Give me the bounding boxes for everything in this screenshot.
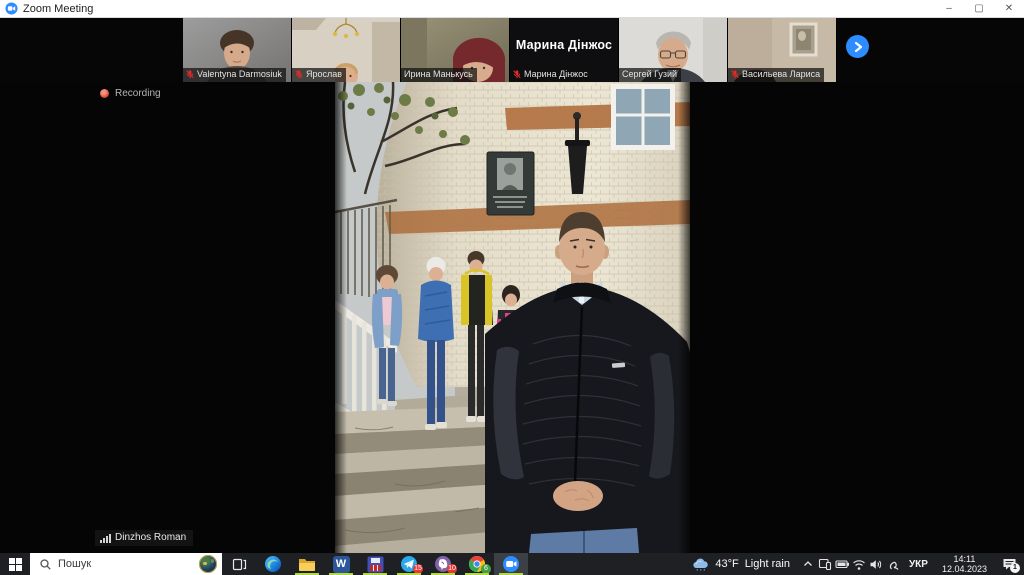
recording-label: Recording — [115, 88, 161, 99]
close-button[interactable]: ✕ — [994, 0, 1024, 17]
your-phone-tray-item[interactable] — [817, 553, 834, 575]
telegram-badge: 15 — [413, 564, 423, 574]
windows-logo-icon — [9, 558, 22, 571]
chevron-up-icon — [802, 558, 814, 570]
diskette-app-icon — [367, 556, 384, 573]
zoom-app-icon — [5, 2, 18, 15]
next-participants-button[interactable] — [846, 35, 869, 58]
mic-off-icon — [731, 70, 739, 79]
taskbar-clock[interactable]: 14:11 12.04.2023 — [935, 553, 994, 575]
viber-badge: 10 — [447, 564, 457, 574]
ink-pen-icon — [887, 558, 900, 571]
battery-icon — [835, 557, 850, 571]
minimize-button[interactable]: – — [934, 0, 964, 17]
participant-tiles: Valentyna Darmosiuk — [183, 18, 837, 82]
recording-dot-icon — [100, 89, 109, 98]
notification-count-badge: 1 — [1010, 563, 1020, 573]
wifi-tray-item[interactable] — [851, 553, 868, 575]
participant-name: Сергей Гузий — [622, 69, 677, 80]
participant-display-name: Марина Дінжос — [510, 38, 618, 52]
mic-off-icon — [295, 70, 303, 79]
pinned-apps: W 15 — [222, 553, 528, 575]
participant-tile-iryna[interactable]: Ирина Манькусь — [401, 18, 510, 82]
file-explorer-app[interactable] — [290, 553, 324, 575]
clock-date: 12.04.2023 — [942, 564, 987, 574]
participant-name: Valentyna Darmosiuk — [197, 69, 282, 80]
task-view-button[interactable] — [222, 553, 256, 575]
zoom-taskbar-app[interactable] — [494, 553, 528, 575]
viber-app[interactable]: 10 — [426, 553, 460, 575]
maximize-button[interactable]: ▢ — [964, 0, 994, 17]
active-speaker-label: Dinzhos Roman — [95, 530, 193, 546]
participants-strip: Valentyna Darmosiuk — [0, 18, 1024, 82]
file-explorer-icon — [298, 557, 316, 572]
battery-tray-item[interactable] — [834, 553, 851, 575]
weather-condition: Light rain — [745, 558, 790, 570]
action-center-button[interactable]: 1 — [994, 553, 1024, 575]
participant-tile-vasylieva[interactable]: Васильева Лариса — [728, 18, 837, 82]
participant-name-label: Марина Дінжос — [510, 68, 592, 82]
participant-name: Васильева Лариса — [742, 69, 820, 80]
wifi-icon — [852, 558, 866, 571]
edge-app[interactable] — [256, 553, 290, 575]
zoom-meeting-window: Zoom Meeting – ▢ ✕ — [0, 0, 1024, 575]
search-highlight-globe-icon[interactable] — [199, 555, 217, 573]
volume-tray-item[interactable] — [868, 553, 885, 575]
participant-name-label: Valentyna Darmosiuk — [183, 68, 286, 82]
search-input[interactable] — [58, 558, 178, 570]
participant-name: Марина Дінжос — [524, 69, 588, 80]
tray-overflow-button[interactable] — [800, 553, 817, 575]
taskbar-search[interactable] — [30, 553, 222, 575]
telegram-app[interactable]: 15 — [392, 553, 426, 575]
clock-time: 14:11 — [942, 554, 987, 564]
start-button[interactable] — [0, 553, 30, 575]
chrome-app[interactable]: 6 — [460, 553, 494, 575]
word-letter: W — [336, 558, 346, 570]
windows-taskbar: W 15 — [0, 553, 1024, 575]
title-bar: Zoom Meeting – ▢ ✕ — [0, 0, 1024, 18]
participant-tile-sergey[interactable]: Сергей Гузий — [619, 18, 728, 82]
mic-off-icon — [513, 70, 521, 79]
speaker-icon — [869, 558, 883, 571]
edge-icon — [264, 555, 282, 573]
weather-temperature: 43°F — [715, 558, 738, 570]
participant-name-label: Васильева Лариса — [728, 68, 824, 82]
mic-off-icon — [186, 70, 194, 79]
diskette-app[interactable] — [358, 553, 392, 575]
participant-tile-yaroslav[interactable]: Ярослав — [292, 18, 401, 82]
zoom-icon — [502, 555, 520, 573]
participant-tile-valentyna[interactable]: Valentyna Darmosiuk — [183, 18, 292, 82]
system-tray — [800, 553, 902, 575]
participant-name-label: Сергей Гузий — [619, 68, 681, 82]
participant-name-label: Ирина Манькусь — [401, 68, 477, 82]
word-icon: W — [333, 556, 350, 573]
weather-widget[interactable]: 43°F Light rain — [682, 553, 800, 575]
window-controls: – ▢ ✕ — [934, 0, 1024, 17]
recording-indicator: Recording — [100, 88, 161, 99]
taskbar-spacer — [528, 553, 682, 575]
rain-cloud-icon — [692, 558, 709, 571]
meeting-stage: Recording — [0, 82, 1024, 553]
window-title: Zoom Meeting — [23, 3, 93, 15]
participant-name: Ирина Манькусь — [404, 69, 473, 80]
ink-workspace-tray-item[interactable] — [885, 553, 902, 575]
chevron-right-icon — [852, 41, 864, 53]
device-icon — [818, 557, 832, 571]
language-indicator[interactable]: УКР — [902, 553, 935, 575]
active-speaker-name: Dinzhos Roman — [115, 532, 186, 543]
participant-name: Ярослав — [306, 69, 342, 80]
word-app[interactable]: W — [324, 553, 358, 575]
speaker-video-scene — [335, 82, 690, 553]
task-view-icon — [232, 557, 247, 572]
active-speaker-video[interactable] — [335, 82, 690, 553]
search-icon — [40, 559, 51, 570]
chrome-badge: 6 — [481, 564, 491, 574]
language-code: УКР — [909, 559, 928, 570]
participant-name-label: Ярослав — [292, 68, 346, 82]
participant-tile-maryna[interactable]: Марина Дінжос Марина Дінжос — [510, 18, 619, 82]
audio-signal-icon — [100, 533, 111, 543]
